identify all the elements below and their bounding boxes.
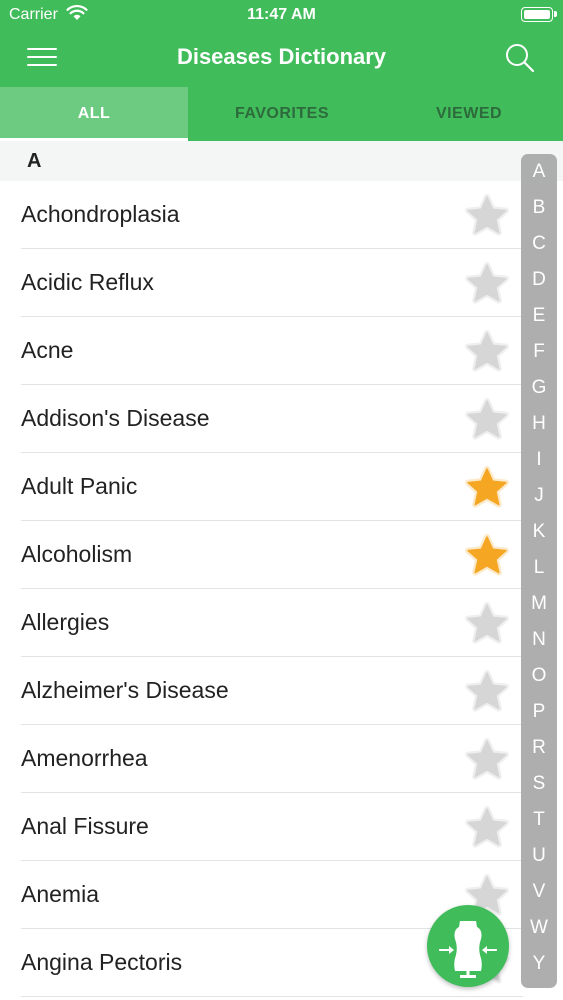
- index-letter[interactable]: H: [521, 414, 557, 434]
- list-item-label: Acne: [21, 337, 74, 363]
- body-measure-icon: [439, 921, 497, 978]
- list-item-label: Anal Fissure: [21, 813, 149, 839]
- index-letter[interactable]: N: [521, 630, 557, 650]
- star-outline-icon[interactable]: [462, 259, 512, 307]
- tab-bar: ALL FAVORITES VIEWED: [0, 87, 563, 141]
- star-outline-icon[interactable]: [462, 599, 512, 647]
- tab-label: FAVORITES: [235, 105, 329, 122]
- list-item[interactable]: Addison's Disease: [0, 385, 563, 453]
- list-item[interactable]: Alcoholism: [0, 521, 563, 589]
- star-filled-icon[interactable]: [462, 531, 512, 579]
- index-letter[interactable]: F: [521, 342, 557, 362]
- section-header: A: [0, 141, 563, 181]
- list-item-label: Achondroplasia: [21, 201, 180, 227]
- index-letter[interactable]: L: [521, 558, 557, 578]
- index-letter[interactable]: W: [521, 918, 557, 938]
- star-outline-icon[interactable]: [462, 667, 512, 715]
- star-filled-icon[interactable]: [462, 463, 512, 511]
- index-letter[interactable]: G: [521, 378, 557, 398]
- index-letter[interactable]: D: [521, 270, 557, 290]
- index-letter[interactable]: I: [521, 450, 557, 470]
- list-item-label: Alzheimer's Disease: [21, 677, 229, 703]
- tab-label: VIEWED: [435, 105, 503, 122]
- star-outline-icon[interactable]: [462, 191, 512, 239]
- star-outline-icon[interactable]: [462, 327, 512, 375]
- disease-list: Achondroplasia Acidic Reflux Acne Addison's…: [0, 181, 563, 997]
- index-letter[interactable]: U: [521, 846, 557, 866]
- search-icon[interactable]: [502, 40, 538, 76]
- index-letter[interactable]: E: [521, 306, 557, 326]
- index-letter[interactable]: M: [521, 594, 557, 614]
- list-item-label: Alcoholism: [21, 541, 133, 567]
- star-outline-icon[interactable]: [462, 395, 512, 443]
- index-letter[interactable]: R: [521, 738, 557, 758]
- app-header: Carrier 11:47 AM Diseases Dictionary ALL: [0, 0, 563, 141]
- index-letter[interactable]: A: [521, 162, 557, 182]
- status-bar: Carrier 11:47 AM: [0, 0, 563, 30]
- index-letter[interactable]: P: [521, 702, 557, 722]
- alphabet-index-bar[interactable]: ABCDEFGHIJKLMNOPRSTUVWY: [521, 154, 557, 988]
- tab-label: ALL: [77, 105, 111, 122]
- index-letter[interactable]: Y: [521, 954, 557, 974]
- list-item[interactable]: Acidic Reflux: [0, 249, 563, 317]
- row-divider: [21, 996, 523, 997]
- battery-icon: [521, 7, 557, 22]
- list-item[interactable]: Allergies: [0, 589, 563, 657]
- list-item-label: Addison's Disease: [21, 405, 210, 431]
- list-item-label: Angina Pectoris: [21, 949, 183, 975]
- index-letter[interactable]: O: [521, 666, 557, 686]
- list-item-label: Anemia: [21, 881, 99, 907]
- index-letter[interactable]: K: [521, 522, 557, 542]
- body-measure-button[interactable]: [427, 905, 509, 987]
- list-item[interactable]: Alzheimer's Disease: [0, 657, 563, 725]
- list-item-label: Amenorrhea: [21, 745, 148, 771]
- tab-viewed[interactable]: VIEWED: [375, 87, 563, 141]
- list-item-label: Acidic Reflux: [21, 269, 154, 295]
- status-time: 11:47 AM: [247, 6, 316, 23]
- index-letter[interactable]: J: [521, 486, 557, 506]
- list-item-label: Allergies: [21, 609, 110, 635]
- list-item-label: Adult Panic: [21, 473, 138, 499]
- star-outline-icon[interactable]: [462, 803, 512, 851]
- list-item[interactable]: Adult Panic: [0, 453, 563, 521]
- tab-favorites[interactable]: FAVORITES: [188, 87, 376, 141]
- nav-bar: Diseases Dictionary: [0, 30, 563, 86]
- index-letter[interactable]: V: [521, 882, 557, 902]
- index-letter[interactable]: B: [521, 198, 557, 218]
- index-letter[interactable]: S: [521, 774, 557, 794]
- list-item[interactable]: Acne: [0, 317, 563, 385]
- list-item[interactable]: Achondroplasia: [0, 181, 563, 249]
- index-letter[interactable]: T: [521, 810, 557, 830]
- list-item[interactable]: Anal Fissure: [0, 793, 563, 861]
- index-letter[interactable]: C: [521, 234, 557, 254]
- tab-all[interactable]: ALL: [0, 87, 188, 141]
- page-title: Diseases Dictionary: [176, 44, 387, 69]
- list-item[interactable]: Amenorrhea: [0, 725, 563, 793]
- star-outline-icon[interactable]: [462, 735, 512, 783]
